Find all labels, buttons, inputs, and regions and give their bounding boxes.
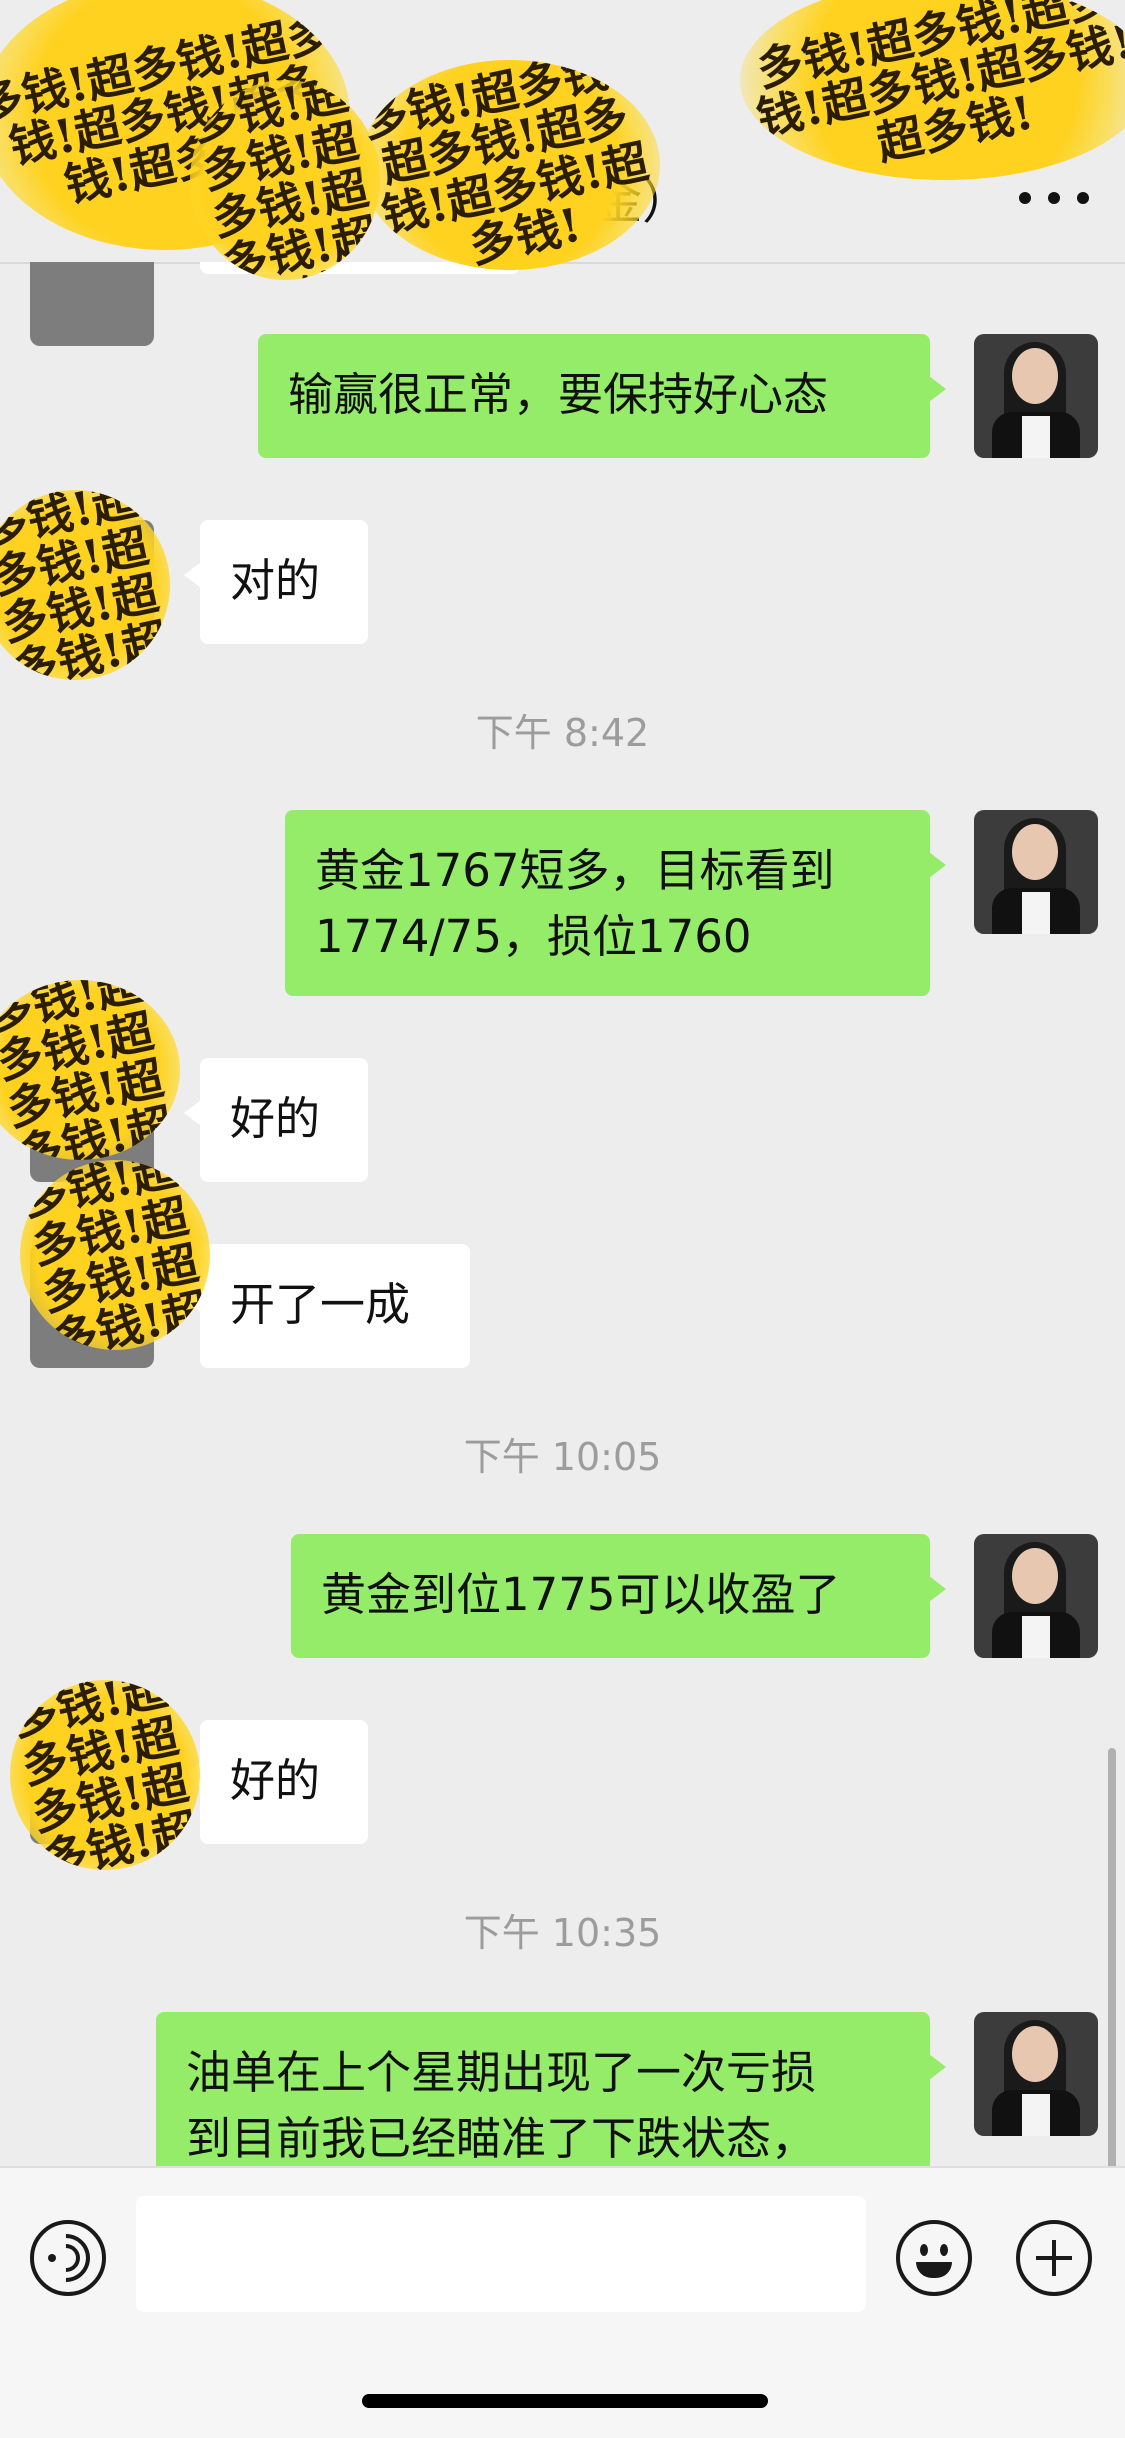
timestamp: 下午 10:35	[463, 1911, 662, 1955]
sticker-overlay: 多钱!超多钱!超多钱!超多钱!超多钱!超多钱!	[740, 0, 1125, 180]
avatar[interactable]	[974, 334, 1098, 458]
sticker-overlay: 多钱!超多钱!超多钱!超多钱!超多钱!超多钱!	[0, 980, 180, 1160]
emoji-icon[interactable]	[896, 2220, 972, 2296]
message-bubble[interactable]: 对的	[184, 520, 368, 644]
sticker-overlay: 多钱!超多钱!超多钱!超多钱!超多钱!超多钱!	[360, 60, 660, 270]
avatar[interactable]	[974, 810, 1098, 934]
timestamp: 下午 8:42	[475, 711, 650, 755]
message-bubble[interactable]: 开了一成	[184, 1244, 470, 1368]
sticker-overlay: 多钱!超多钱!超多钱!超多钱!超多钱!超多钱!	[10, 1680, 200, 1870]
message-input[interactable]	[136, 2196, 866, 2312]
timestamp: 下午 10:05	[463, 1435, 662, 1479]
sticker-overlay: 多钱!超多钱!超多钱!超多钱!超多钱!超多钱!	[0, 490, 170, 680]
message-bubble[interactable]: 油单在上个星期出现了一次亏损 到目前我已经瞄准了下跌状态，	[156, 2012, 946, 2166]
scrollbar[interactable]	[1108, 1748, 1116, 2166]
message-bubble[interactable]: 黄金1767短多，目标看到 1774/75，损位1760	[285, 810, 946, 996]
message-bubble[interactable]: 输赢很正常，要保持好心态	[258, 334, 946, 458]
avatar[interactable]	[974, 2012, 1098, 2136]
sticker-overlay: 多钱!超多钱!超多钱!超多钱!超多钱!超多钱!	[20, 1160, 210, 1350]
avatar[interactable]	[30, 262, 154, 346]
voice-icon[interactable]	[30, 2220, 106, 2296]
home-indicator[interactable]	[362, 2394, 768, 2408]
avatar[interactable]	[974, 1534, 1098, 1658]
plus-icon[interactable]	[1016, 2220, 1092, 2296]
message-bubble[interactable]: 好的	[184, 1058, 368, 1182]
more-icon[interactable]	[1019, 168, 1089, 228]
sticker-overlay: 多钱!超多钱!超多钱!超多钱!超多钱!超多钱!	[190, 80, 380, 280]
message-bubble[interactable]: 黄金到位1775可以收盈了	[291, 1534, 946, 1658]
message-bubble[interactable]: 好的	[184, 1720, 368, 1844]
